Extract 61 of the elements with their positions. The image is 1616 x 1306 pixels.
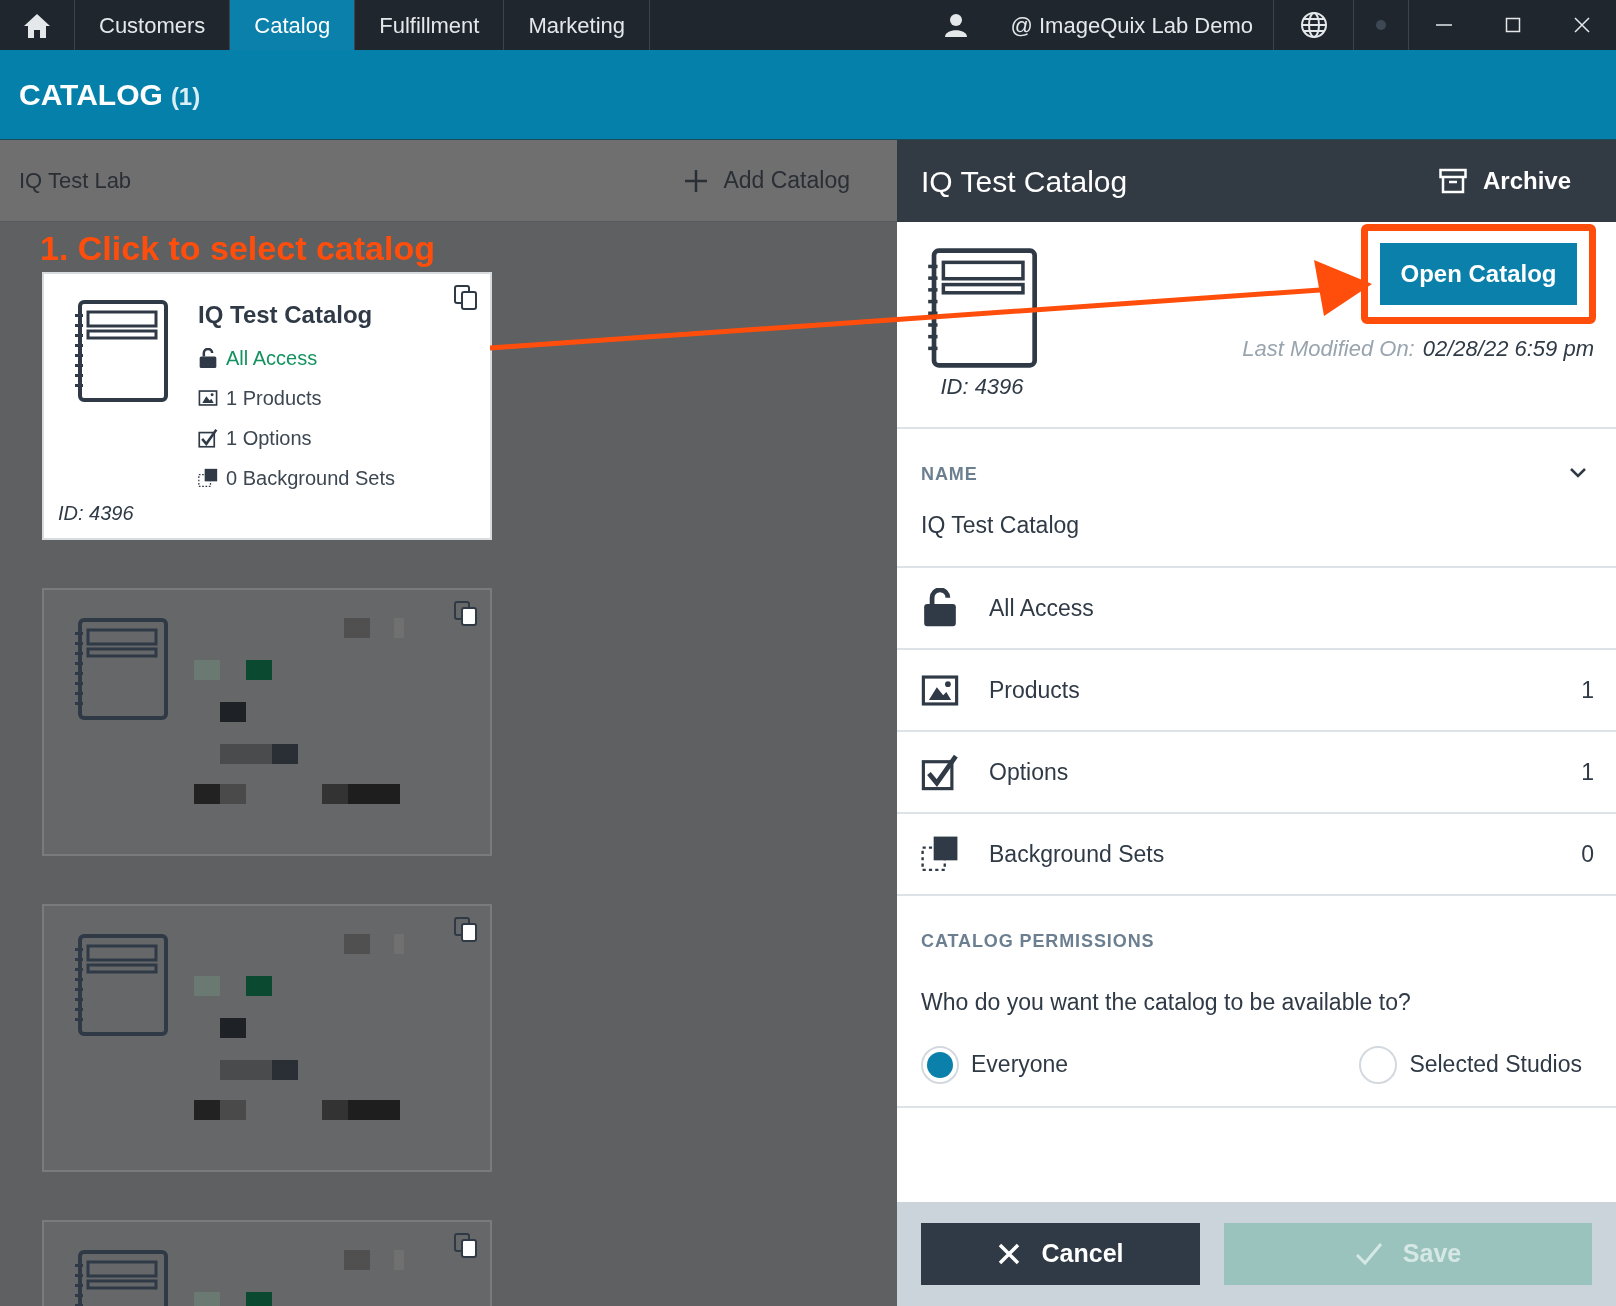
notebook-icon <box>927 248 1037 368</box>
property-count: 1 <box>1581 757 1594 787</box>
catalog-card[interactable] <box>42 904 492 1172</box>
maximize-icon <box>1504 17 1521 33</box>
checkbox-icon <box>921 753 959 791</box>
catalog-stat: All Access <box>226 346 318 371</box>
home-icon <box>23 11 51 39</box>
modified-label: Last Modified On: <box>1242 335 1415 363</box>
picture-icon <box>198 389 218 407</box>
section-label: CATALOG PERMISSIONS <box>921 930 1156 953</box>
radio-option[interactable]: Everyone <box>921 1045 1069 1084</box>
archive-button[interactable]: Archive <box>1438 163 1571 199</box>
property-label: Options <box>989 757 1070 787</box>
property-count: 1 <box>1581 675 1594 705</box>
permissions-question: Who do you want the catalog to be available to? <box>921 988 1412 1017</box>
page-title: CATALOG <box>19 77 163 113</box>
user-icon <box>944 13 967 37</box>
property-label: All Access <box>989 593 1095 623</box>
catalog-stat: 1 Options <box>226 426 312 451</box>
annotation-label: 1. Click to select catalog <box>40 228 436 269</box>
checkmark-icon <box>1354 1242 1383 1266</box>
detail-title: IQ Test Catalog <box>921 163 1128 200</box>
catalog-stat: 1 Products <box>226 386 322 411</box>
notebook-icon <box>74 934 168 1036</box>
picture-icon <box>921 672 959 708</box>
layered-squares-icon <box>198 468 218 488</box>
property-label: Background Sets <box>989 839 1166 869</box>
catalog-id: ID: 4396 <box>940 373 1024 401</box>
modified-date: 02/28/22 6:59 pm <box>1422 335 1594 363</box>
layered-squares-icon <box>921 835 959 873</box>
close-icon <box>997 1243 1020 1265</box>
lab-name: IQ Test Lab <box>19 167 132 195</box>
nav-tab[interactable]: Catalog <box>230 0 356 50</box>
catalog-card[interactable] <box>42 588 492 856</box>
archive-box-icon <box>1438 168 1467 194</box>
globe-icon <box>1299 11 1328 39</box>
notebook-icon <box>74 300 168 402</box>
copy-icon <box>453 916 478 943</box>
checkbox-icon <box>198 428 218 448</box>
unlocked-padlock-icon <box>198 347 218 369</box>
notebook-icon <box>74 618 168 720</box>
radio-option[interactable]: Selected Studios <box>1359 1045 1582 1084</box>
minimize-icon <box>1435 24 1452 26</box>
section-label: NAME <box>921 463 978 486</box>
copy-icon <box>453 600 478 627</box>
catalog-id: ID: 4396 <box>58 501 134 526</box>
catalog-count: (1) <box>170 81 201 112</box>
catalog-card[interactable]: IQ Test Catalog All Access 1 Products 1 Options 0 Background Sets ID: 4396 <box>42 272 492 540</box>
open-catalog-button[interactable]: Open Catalog <box>1380 243 1577 305</box>
close-icon <box>1573 17 1590 33</box>
status-dot-icon <box>1376 20 1386 30</box>
plus-icon <box>685 169 708 192</box>
unlocked-padlock-icon <box>921 588 959 628</box>
cancel-button[interactable]: Cancel <box>921 1223 1200 1285</box>
copy-icon <box>453 1232 478 1259</box>
property-label: Products <box>989 675 1081 705</box>
copy-icon <box>453 284 478 311</box>
catalog-name-value: IQ Test Catalog <box>921 511 1081 540</box>
property-count: 0 <box>1581 839 1594 869</box>
catalog-stat: 0 Background Sets <box>226 466 395 491</box>
catalog-title: IQ Test Catalog <box>198 300 374 330</box>
